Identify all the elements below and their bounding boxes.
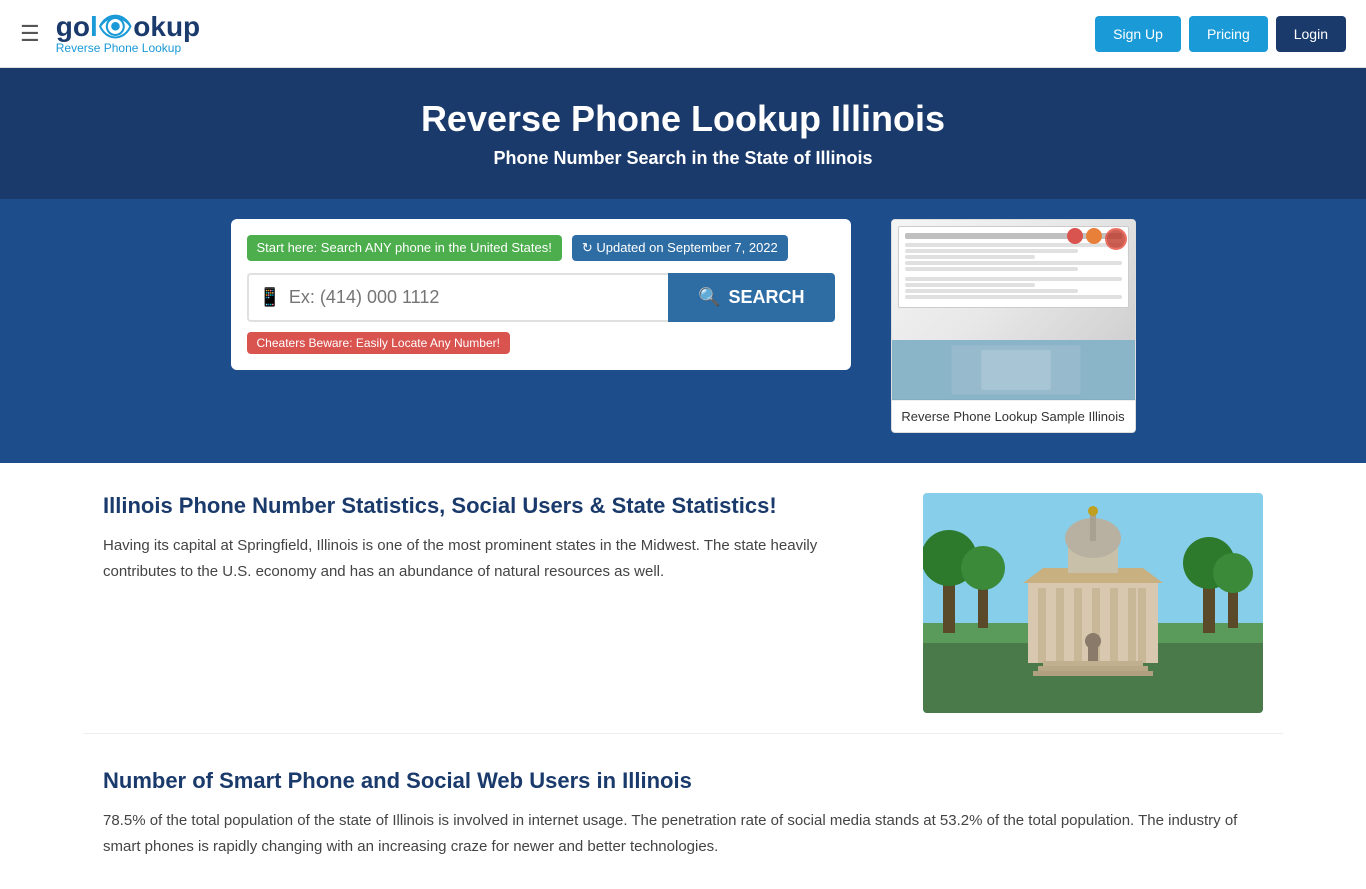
search-box: Start here: Search ANY phone in the Unit… — [231, 219, 851, 370]
search-icon: 🔍 — [698, 287, 720, 308]
sample-report-caption: Reverse Phone Lookup Sample Illinois — [892, 400, 1135, 432]
phone-input-wrapper: 📱 — [247, 273, 669, 322]
search-section: Start here: Search ANY phone in the Unit… — [0, 199, 1366, 463]
sample-report-card: Reverse Phone Lookup Sample Illinois — [891, 219, 1136, 433]
search-button-label: SEARCH — [728, 287, 804, 308]
header-right: Sign Up Pricing Login — [1095, 16, 1346, 52]
updated-label: ↻ Updated on September 7, 2022 — [572, 235, 788, 261]
badge-red — [1067, 228, 1083, 244]
section1-text: Illinois Phone Number Statistics, Social… — [103, 493, 893, 584]
page-title: Reverse Phone Lookup Illinois — [20, 98, 1346, 140]
signup-button[interactable]: Sign Up — [1095, 16, 1181, 52]
illinois-state-svg — [923, 493, 1263, 713]
sample-report-badges — [1067, 228, 1127, 250]
section2-body: 78.5% of the total population of the sta… — [103, 808, 1263, 859]
phone-search-input[interactable] — [289, 275, 658, 320]
phone-icon: 📱 — [259, 287, 281, 308]
badge-stamp — [1105, 228, 1127, 250]
section2-title: Number of Smart Phone and Social Web Use… — [103, 768, 1263, 794]
logo-text: gol👁okup — [56, 13, 200, 41]
search-labels: Start here: Search ANY phone in the Unit… — [247, 235, 835, 261]
section1-title: Illinois Phone Number Statistics, Social… — [103, 493, 893, 519]
section2-container: Number of Smart Phone and Social Web Use… — [83, 744, 1283, 889]
section1-layout: Illinois Phone Number Statistics, Social… — [103, 493, 1263, 713]
sample-report-image — [892, 220, 1135, 340]
pricing-button[interactable]: Pricing — [1189, 16, 1268, 52]
hero-section: Reverse Phone Lookup Illinois Phone Numb… — [0, 68, 1366, 199]
header-left: ☰ gol👁okup Reverse Phone Lookup — [20, 13, 200, 55]
search-input-row: 📱 🔍 SEARCH — [247, 273, 835, 322]
badge-orange — [1086, 228, 1102, 244]
logo-subtitle: Reverse Phone Lookup — [56, 41, 181, 55]
sample-bottom-image — [892, 340, 1135, 400]
section1-container: Illinois Phone Number Statistics, Social… — [83, 463, 1283, 723]
section1-body: Having its capital at Springfield, Illin… — [103, 533, 893, 584]
logo[interactable]: gol👁okup Reverse Phone Lookup — [56, 13, 200, 55]
login-button[interactable]: Login — [1276, 16, 1346, 52]
start-here-label: Start here: Search ANY phone in the Unit… — [247, 235, 562, 261]
site-header: ☰ gol👁okup Reverse Phone Lookup Sign Up … — [0, 0, 1366, 68]
hero-subtitle: Phone Number Search in the State of Illi… — [20, 148, 1346, 169]
cheaters-label: Cheaters Beware: Easily Locate Any Numbe… — [247, 332, 510, 354]
hamburger-menu-icon[interactable]: ☰ — [20, 21, 40, 47]
section-divider — [83, 733, 1283, 734]
illinois-image — [923, 493, 1263, 713]
search-button[interactable]: 🔍 SEARCH — [668, 273, 834, 322]
